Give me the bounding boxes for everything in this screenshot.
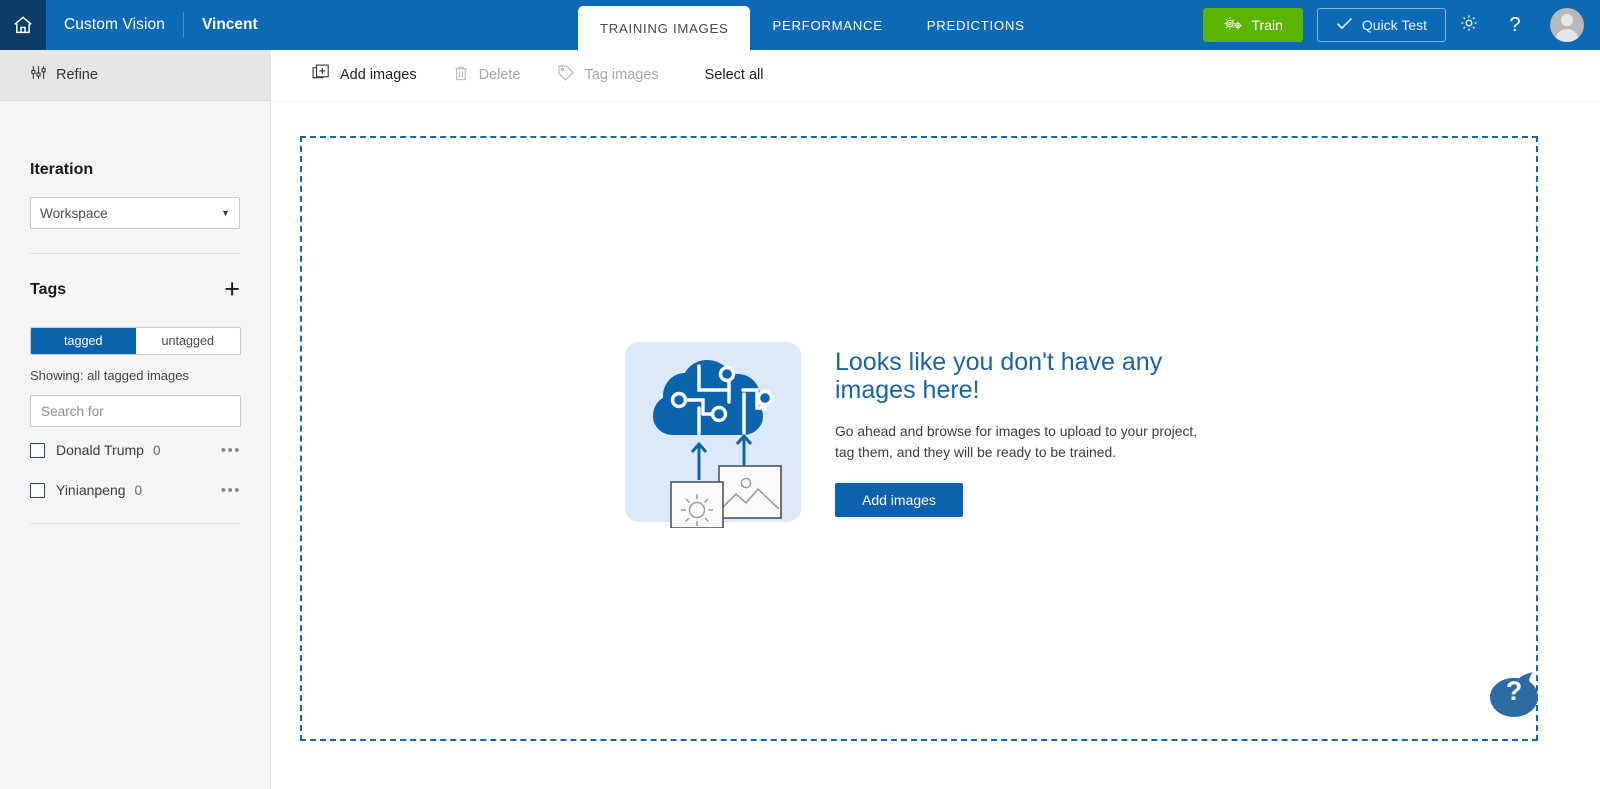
tags-header: Tags +: [30, 276, 240, 303]
tag-search-input[interactable]: [41, 403, 230, 419]
gear-icon: [1459, 13, 1479, 38]
add-images-button[interactable]: Add images: [835, 483, 963, 518]
tag-images-toolbar-button: Tag images: [539, 50, 677, 101]
tag-filter-untagged[interactable]: untagged: [135, 328, 240, 354]
tag-count: 0: [152, 442, 161, 458]
more-options-icon[interactable]: •••: [221, 442, 241, 459]
sidebar-divider-1: [30, 253, 240, 254]
delete-toolbar-button: Delete: [435, 50, 539, 101]
help-button[interactable]: ?: [1492, 0, 1538, 50]
avatar-head: [1561, 14, 1573, 26]
tag-list-item-donald-trump[interactable]: Donald Trump 0 •••: [30, 433, 241, 467]
tag-images-label: Tag images: [584, 67, 659, 83]
sidebar: Refine Iteration Workspace ▼ Tags + tagg…: [0, 50, 271, 789]
delete-label: Delete: [478, 67, 521, 83]
brand: Custom Vision Vincent: [46, 0, 258, 50]
select-all-label: Select all: [704, 67, 764, 83]
iteration-select-value: Workspace: [40, 205, 108, 221]
gears-icon: [1223, 16, 1243, 35]
tag-name: Donald Trump: [56, 442, 144, 458]
empty-state-text: Looks like you don't have any images her…: [835, 347, 1215, 518]
tag-filter-tagged[interactable]: tagged: [31, 328, 136, 354]
tag-count: 0: [134, 482, 143, 498]
add-image-icon: [312, 64, 330, 86]
empty-state-subtitle: Go ahead and browse for images to upload…: [835, 422, 1198, 460]
more-options-icon[interactable]: •••: [221, 482, 241, 499]
project-name[interactable]: Vincent: [184, 16, 258, 34]
avatar-body: [1555, 29, 1579, 42]
main-content: Add images Delete Tag images Select all …: [272, 50, 1600, 789]
top-header: Custom Vision Vincent TRAINING IMAGES PE…: [0, 0, 1600, 50]
tab-training-images[interactable]: TRAINING IMAGES: [578, 6, 751, 50]
cloud-ai-upload-illustration: [623, 338, 803, 529]
chevron-down-icon: ▼: [221, 208, 230, 218]
empty-state-title: Looks like you don't have any images her…: [835, 347, 1163, 404]
check-icon: [1336, 17, 1353, 33]
help-chat-button[interactable]: ?: [1486, 665, 1542, 721]
train-button-label: Train: [1251, 17, 1283, 33]
tag-filter-toggle: tagged untagged: [30, 327, 241, 355]
refine-label: Refine: [56, 67, 98, 83]
avatar[interactable]: [1550, 8, 1584, 42]
tag-checkbox[interactable]: [30, 482, 45, 498]
image-dropzone[interactable]: Looks like you don't have any images her…: [300, 136, 1538, 741]
showing-text: Showing: all tagged images: [30, 368, 189, 383]
plus-icon[interactable]: +: [224, 276, 240, 303]
select-all-button[interactable]: Select all: [677, 50, 782, 101]
iteration-title: Iteration: [30, 161, 94, 178]
trash-icon: [453, 65, 469, 86]
tag-icon: [557, 64, 575, 86]
tag-search-box[interactable]: [30, 395, 241, 427]
home-button[interactable]: [0, 0, 46, 50]
svg-text:?: ?: [1506, 676, 1523, 706]
sidebar-divider-2: [30, 523, 240, 524]
tag-list-item-yinianpeng[interactable]: Yinianpeng 0 •••: [30, 473, 241, 507]
refine-button[interactable]: Refine: [0, 50, 270, 101]
tags-title: Tags: [30, 280, 67, 298]
tags-section: Tags + tagged untagged Showing: all tagg…: [0, 276, 270, 507]
settings-button[interactable]: [1446, 0, 1492, 50]
quick-test-button[interactable]: Quick Test: [1316, 8, 1446, 42]
add-images-label: Add images: [340, 67, 417, 83]
add-images-toolbar-button[interactable]: Add images: [294, 50, 435, 101]
app-name[interactable]: Custom Vision: [64, 16, 183, 34]
help-chat-icon: ?: [1486, 672, 1542, 725]
header-actions: Train Quick Test ?: [1202, 0, 1600, 50]
quick-test-button-label: Quick Test: [1361, 17, 1427, 33]
tag-name: Yinianpeng: [56, 482, 126, 498]
tab-bar: TRAINING IMAGES PERFORMANCE PREDICTIONS: [578, 0, 1047, 50]
question-mark-icon: ?: [1509, 13, 1521, 36]
iteration-section: Iteration Workspace ▼: [0, 161, 270, 229]
sliders-icon: [30, 64, 47, 86]
iteration-select[interactable]: Workspace ▼: [30, 197, 240, 229]
home-icon: [12, 14, 34, 36]
tab-performance[interactable]: PERFORMANCE: [750, 0, 904, 50]
toolbar: Add images Delete Tag images Select all: [272, 50, 1600, 101]
tab-predictions[interactable]: PREDICTIONS: [905, 0, 1047, 50]
tag-checkbox[interactable]: [30, 442, 45, 458]
empty-state: Looks like you don't have any images her…: [623, 338, 1215, 529]
train-button[interactable]: Train: [1202, 8, 1303, 42]
